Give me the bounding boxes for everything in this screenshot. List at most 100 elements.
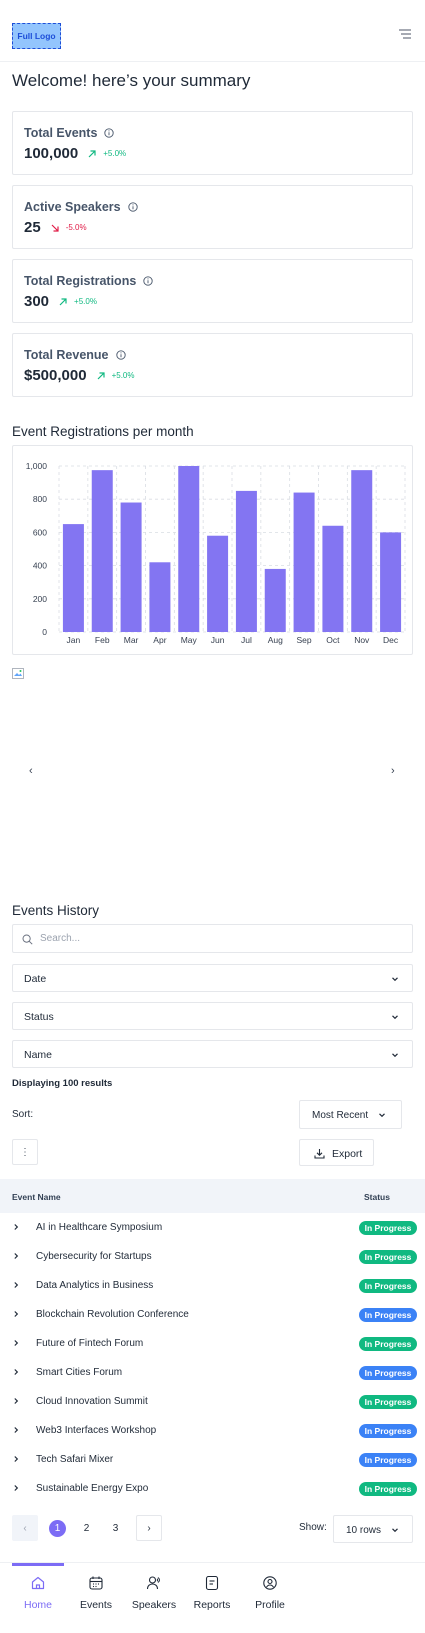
x-tick-label: Mar: [124, 635, 139, 645]
status-badge: In Progress: [359, 1337, 417, 1351]
event-name: Data Analytics in Business: [36, 1280, 154, 1291]
nav-item-profile[interactable]: Profile: [242, 1573, 298, 1623]
pagination-next-button[interactable]: ›: [136, 1515, 162, 1541]
chevron-right-icon[interactable]: [12, 1223, 20, 1231]
stat-change: +5.0%: [111, 371, 135, 380]
info-icon[interactable]: [143, 276, 153, 286]
chevron-down-icon: [379, 1113, 385, 1118]
event-name: Blockchain Revolution Conference: [36, 1309, 189, 1320]
filter-label: Name: [24, 1049, 53, 1061]
chart-title: Event Registrations per month: [12, 424, 194, 439]
calendar-icon: [89, 1576, 103, 1590]
more-options-button[interactable]: ⋮: [12, 1139, 38, 1165]
sort-label: Sort:: [12, 1109, 34, 1120]
bar-jul[interactable]: [235, 490, 257, 632]
bar-may[interactable]: [178, 466, 200, 632]
table-row[interactable]: Blockchain Revolution Conference In Progr…: [0, 1300, 425, 1329]
profile-icon: [263, 1576, 277, 1590]
chevron-right-icon[interactable]: [12, 1281, 20, 1289]
info-icon[interactable]: [115, 350, 126, 360]
table-row[interactable]: Smart Cities Forum In Progress: [0, 1358, 425, 1387]
table-row[interactable]: Sustainable Energy Expo In Progress: [0, 1474, 425, 1503]
chevron-down-icon: [392, 1053, 398, 1058]
x-tick-label: Feb: [95, 635, 110, 645]
page-3-button[interactable]: 3: [107, 1520, 124, 1537]
table-row[interactable]: Cybersecurity for Startups In Progress: [0, 1242, 425, 1271]
bar-dec[interactable]: [380, 532, 402, 632]
bar-jan[interactable]: [62, 524, 84, 632]
sort-select[interactable]: Most Recent: [299, 1100, 402, 1129]
search-input[interactable]: [40, 925, 400, 952]
carousel-next-button[interactable]: ›: [391, 765, 395, 777]
chevron-right-icon[interactable]: [12, 1339, 20, 1347]
stat-value: 100,000: [24, 145, 79, 162]
filter-label: Date: [24, 973, 47, 985]
x-tick-label: Apr: [153, 635, 166, 645]
event-name: Cloud Innovation Summit: [36, 1396, 148, 1407]
stat-card-active-speakers: Active Speakers 25 -5.0%: [12, 185, 413, 249]
name-filter-select[interactable]: Name: [12, 1040, 413, 1068]
nav-label: Profile: [255, 1599, 285, 1611]
chevron-right-icon[interactable]: [12, 1397, 20, 1405]
bar-oct[interactable]: [322, 525, 344, 632]
event-name: Smart Cities Forum: [36, 1367, 123, 1378]
event-name: AI in Healthcare Symposium: [36, 1222, 163, 1233]
event-name: Web3 Interfaces Workshop: [36, 1425, 157, 1436]
table-row[interactable]: Data Analytics in Business In Progress: [0, 1271, 425, 1300]
stat-title-text: Total Events: [24, 126, 98, 140]
table-row[interactable]: Future of Fintech Forum In Progress: [0, 1329, 425, 1358]
date-filter-select[interactable]: Date: [12, 964, 413, 992]
nav-label: Speakers: [131, 1599, 177, 1611]
nav-item-reports[interactable]: Reports: [184, 1573, 240, 1623]
chevron-right-icon[interactable]: [12, 1368, 20, 1376]
bar-apr[interactable]: [149, 562, 171, 632]
stat-value-row: 100,000 +5.0%: [24, 145, 126, 162]
column-header-event-name[interactable]: Event Name: [12, 1192, 61, 1202]
nav-item-speakers[interactable]: Speakers: [126, 1573, 182, 1623]
chevron-right-icon[interactable]: [12, 1252, 20, 1260]
chevron-right-icon[interactable]: [12, 1426, 20, 1434]
table-row[interactable]: Tech Safari Mixer In Progress: [0, 1445, 425, 1474]
nav-item-events[interactable]: Events: [68, 1573, 124, 1623]
download-icon: [314, 1149, 325, 1159]
page-2-button[interactable]: 2: [78, 1520, 95, 1537]
chevron-right-icon[interactable]: [12, 1455, 20, 1463]
info-icon[interactable]: [127, 202, 138, 212]
logo[interactable]: Full Logo: [12, 23, 61, 49]
stat-title: Total Registrations: [24, 274, 153, 288]
pagination-prev-button[interactable]: ‹: [12, 1515, 38, 1541]
bar-sep[interactable]: [293, 492, 315, 632]
column-header-status[interactable]: Status: [364, 1192, 390, 1202]
search-icon: [22, 934, 33, 945]
x-tick-label: Nov: [354, 635, 370, 645]
x-tick-label: Jan: [67, 635, 81, 645]
carousel-prev-button[interactable]: ‹: [29, 765, 33, 777]
status-badge: In Progress: [359, 1482, 417, 1496]
bar-jun[interactable]: [207, 535, 229, 632]
nav-item-home[interactable]: Home: [10, 1573, 66, 1623]
filter-lines-icon[interactable]: [398, 28, 412, 40]
bar-mar[interactable]: [120, 502, 142, 632]
nav-label: Events: [79, 1599, 113, 1611]
bar-aug[interactable]: [264, 568, 286, 632]
status-filter-select[interactable]: Status: [12, 1002, 413, 1030]
info-icon[interactable]: [104, 128, 115, 138]
table-row[interactable]: AI in Healthcare Symposium In Progress: [0, 1213, 425, 1242]
y-tick-label: 200: [33, 594, 47, 604]
table-row[interactable]: Cloud Innovation Summit In Progress: [0, 1387, 425, 1416]
status-badge: In Progress: [359, 1250, 417, 1264]
export-button[interactable]: Export: [299, 1139, 374, 1166]
table-row[interactable]: Web3 Interfaces Workshop In Progress: [0, 1416, 425, 1445]
registrations-chart: 0 200 400 600 800 1,000 Jan Feb Mar Apr May Jun Jul A…: [12, 445, 413, 655]
chevron-right-icon[interactable]: [12, 1310, 20, 1318]
status-badge: In Progress: [359, 1308, 417, 1322]
chevron-down-icon: [392, 1528, 398, 1533]
stat-card-total-revenue: Total Revenue $500,000 +5.0%: [12, 333, 413, 397]
stat-title: Total Revenue: [24, 348, 126, 362]
rows-per-page-select[interactable]: 10 rows: [333, 1515, 413, 1543]
page-title: Welcome! here’s your summary: [12, 71, 251, 90]
page-1-button[interactable]: 1: [49, 1520, 66, 1537]
bar-feb[interactable]: [91, 470, 113, 632]
bar-nov[interactable]: [351, 470, 373, 632]
chevron-right-icon[interactable]: [12, 1484, 20, 1492]
